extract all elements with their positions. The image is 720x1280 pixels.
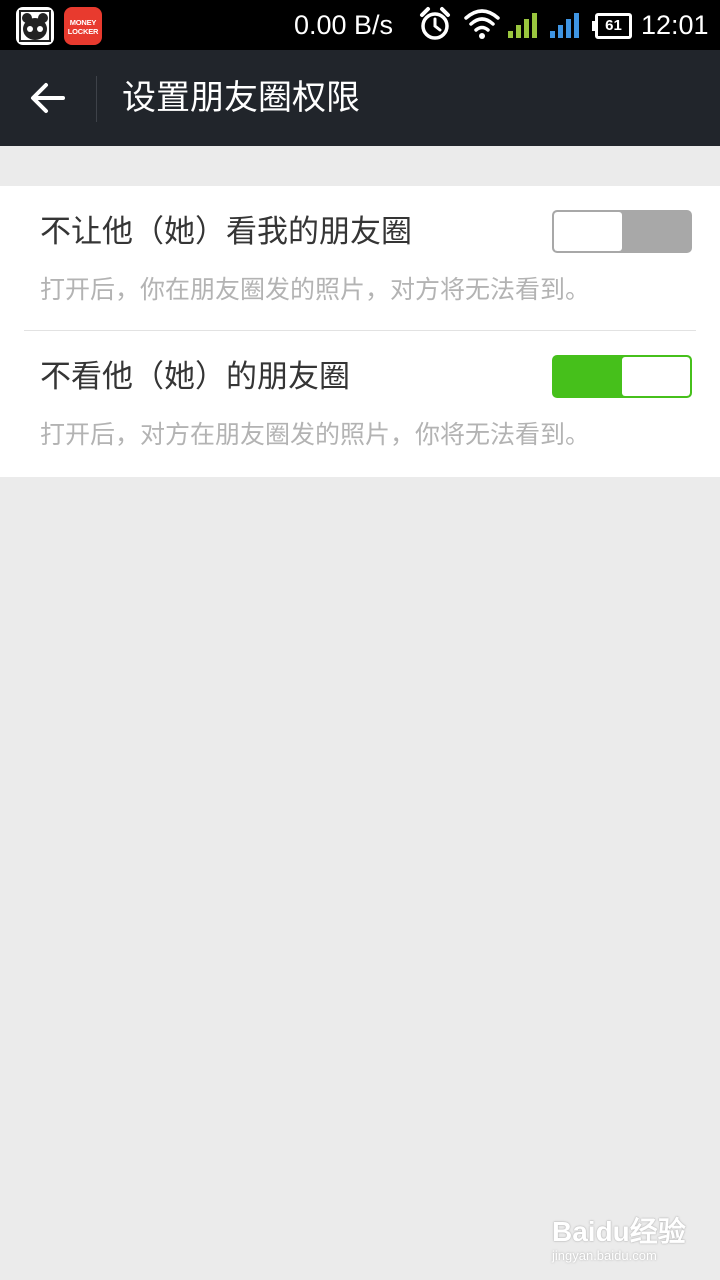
hide-their-moments-toggle[interactable] xyxy=(552,355,692,398)
money-locker-icon: MONEY LOCKER xyxy=(64,7,102,45)
setting-hide-their-moments[interactable]: 不看他（她）的朋友圈 打开后，对方在朋友圈发的照片，你将无法看到。 xyxy=(0,331,720,476)
money-locker-label-2: LOCKER xyxy=(67,27,99,36)
watermark-brand: Baidu经验 xyxy=(552,1216,686,1247)
signal-sim1-icon xyxy=(506,0,540,50)
setting-description: 打开后，你在朋友圈发的照片，对方将无法看到。 xyxy=(40,275,591,304)
settings-list: 不让他（她）看我的朋友圈 打开后，你在朋友圈发的照片，对方将无法看到。 不看他（… xyxy=(0,186,720,477)
setting-title: 不让他（她）看我的朋友圈 xyxy=(40,214,412,250)
back-button[interactable] xyxy=(0,50,96,146)
status-bar: MONEY LOCKER 0.00 B/s 61 12:01 xyxy=(0,0,720,50)
back-arrow-icon xyxy=(31,83,65,113)
setting-hide-my-moments[interactable]: 不让他（她）看我的朋友圈 打开后，你在朋友圈发的照片，对方将无法看到。 xyxy=(0,186,720,331)
signal-sim2-icon xyxy=(548,0,582,50)
baidu-watermark: Baidu经验 jingyan.baidu.com xyxy=(552,1200,692,1270)
money-locker-label-1: MONEY xyxy=(69,18,97,27)
alarm-icon xyxy=(418,0,452,50)
wifi-icon xyxy=(463,0,501,50)
setting-description: 打开后，对方在朋友圈发的照片，你将无法看到。 xyxy=(40,420,591,449)
clock: 12:01 xyxy=(641,10,709,40)
bear-app-icon xyxy=(16,7,54,45)
setting-title: 不看他（她）的朋友圈 xyxy=(40,359,350,395)
toggle-knob xyxy=(622,357,690,396)
battery-level: 61 xyxy=(605,17,622,34)
battery-icon: 61 xyxy=(592,13,632,39)
page-title: 设置朋友圈权限 xyxy=(122,78,360,118)
toggle-knob xyxy=(554,212,622,251)
watermark-url: jingyan.baidu.com xyxy=(552,1248,657,1263)
action-bar: 设置朋友圈权限 xyxy=(0,50,720,146)
hide-my-moments-toggle[interactable] xyxy=(552,210,692,253)
action-bar-divider xyxy=(96,76,97,122)
network-speed: 0.00 B/s xyxy=(294,10,394,40)
